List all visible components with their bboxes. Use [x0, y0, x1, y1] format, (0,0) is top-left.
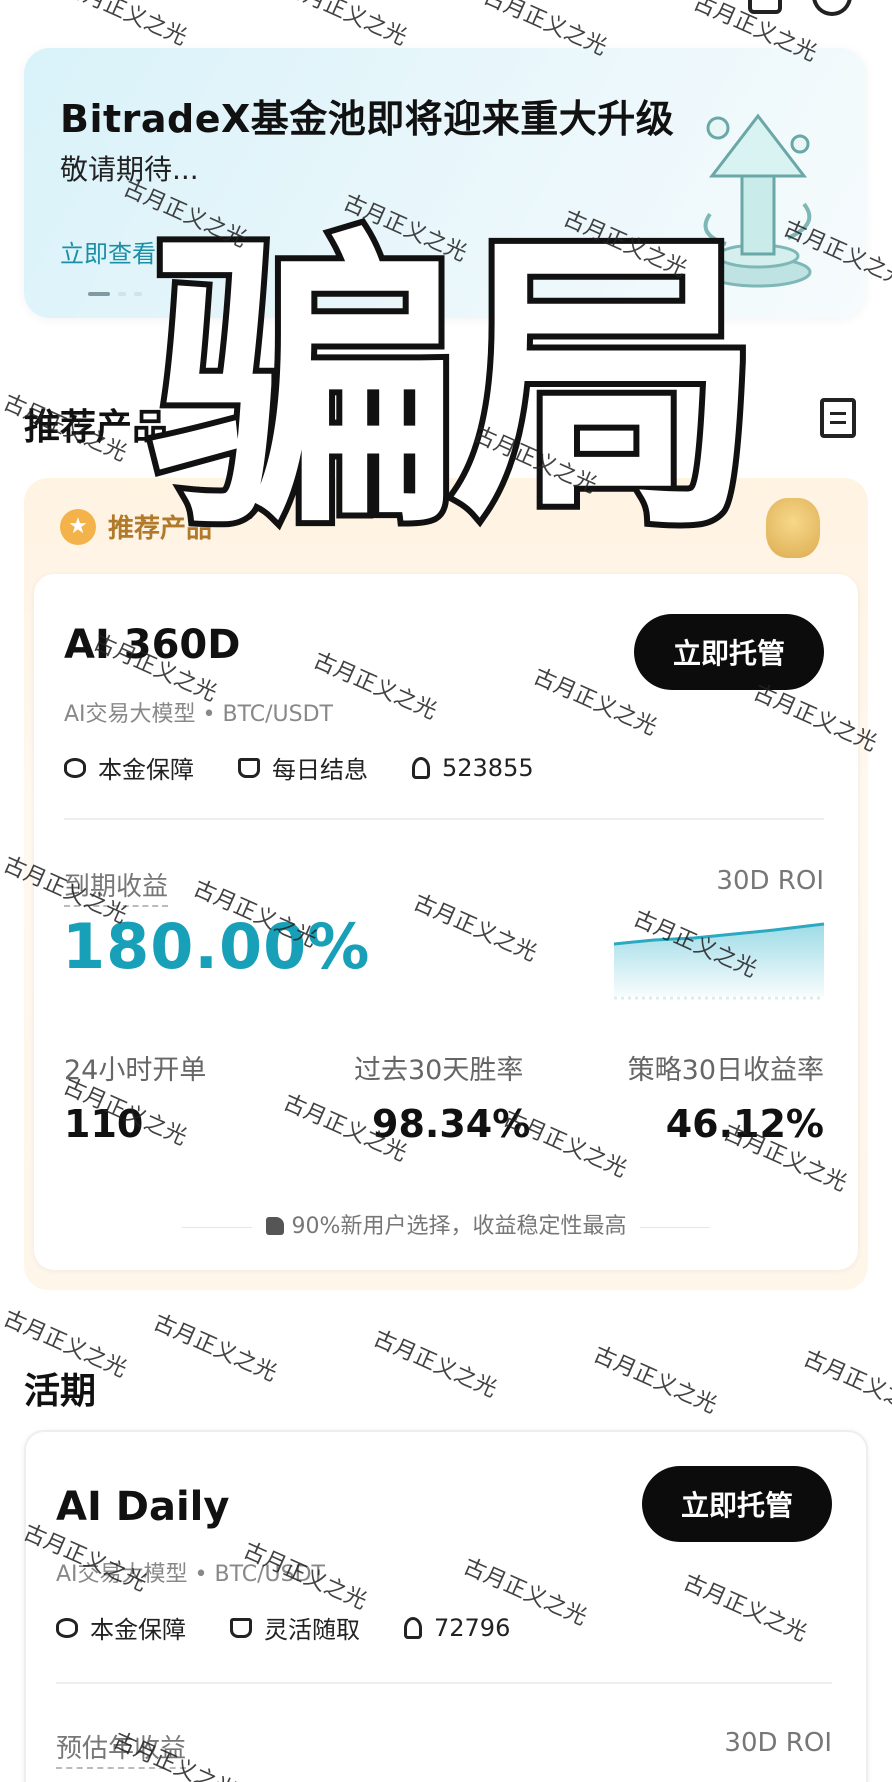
user-icon [412, 756, 430, 779]
top-bar-icons [748, 0, 852, 16]
yield-value: 180.00% [62, 910, 371, 983]
moneybag-icon [238, 757, 260, 778]
watermark: 古月正义之光 [369, 1326, 501, 1403]
support-icon[interactable] [812, 0, 852, 16]
feature-users: 72796 [404, 1614, 510, 1642]
document-icon[interactable] [820, 398, 856, 438]
roi-label: 30D ROI [716, 866, 824, 896]
host-now-button[interactable]: 立即托管 [634, 614, 824, 690]
feature-interest: 每日结息 [238, 750, 368, 785]
banner-title: BitradeX基金池即将迎来重大升级 [60, 97, 675, 141]
yield-label[interactable]: 预估年收益 [56, 1728, 187, 1769]
roi-label: 30D ROI [724, 1728, 832, 1758]
section-title-flexible: 活期 [24, 1371, 97, 1412]
roi-sparkline [614, 922, 824, 1000]
card-divider [56, 1682, 832, 1684]
product-subtitle: AI交易大模型 • BTC/USDT [64, 702, 333, 727]
share-icon[interactable] [748, 0, 782, 14]
user-icon [404, 1616, 422, 1639]
feature-principal: 本金保障 [64, 750, 194, 785]
product-features: 本金保障 灵活随取 72796 [56, 1610, 536, 1645]
carousel-dots[interactable] [88, 292, 142, 296]
watermark: 古月正义之光 [589, 1342, 721, 1419]
product-note: 90%新用户选择，收益稳定性最高 [34, 1208, 858, 1240]
feature-flexible: 灵活随取 [230, 1610, 360, 1645]
watermark: 古月正义之光 [279, 0, 411, 51]
watermark: 古月正义之光 [59, 0, 191, 51]
stat-label-winrate: 过去30天胜率 [354, 1055, 524, 1086]
yield-label[interactable]: 到期收益 [64, 866, 169, 907]
coins-icon [56, 1617, 78, 1638]
feature-users: 523855 [412, 754, 534, 782]
stat-label-24h: 24小时开单 [64, 1055, 207, 1086]
feature-principal: 本金保障 [56, 1610, 186, 1645]
watermark: 古月正义之光 [149, 1310, 281, 1387]
watermark: 古月正义之光 [799, 1346, 892, 1423]
banner-subtitle: 敬请期待... [60, 153, 199, 186]
coins-icon [64, 757, 86, 778]
product-card-ai-360d[interactable]: AI 360D AI交易大模型 • BTC/USDT 立即托管 本金保障 每日结… [34, 574, 858, 1270]
banner-link-label: 立即查看 [60, 240, 156, 268]
host-now-button[interactable]: 立即托管 [642, 1466, 832, 1542]
stat-value-24h: 110 [64, 1102, 144, 1146]
moneybag-icon [230, 1617, 252, 1638]
thumbs-up-icon [265, 1217, 284, 1235]
star-icon: ★ [60, 508, 96, 545]
stat-label-30d-return: 策略30日收益率 [627, 1055, 824, 1086]
stat-value-winrate: 98.34% [372, 1102, 531, 1146]
product-name: AI Daily [56, 1484, 230, 1530]
scam-overlay-text: 骗局 [144, 206, 768, 567]
product-subtitle: AI交易大模型 • BTC/USDT [56, 1562, 325, 1587]
product-name: AI 360D [64, 622, 241, 668]
product-features: 本金保障 每日结息 523855 [64, 750, 560, 785]
section-title-recommended: 推荐产品 [24, 407, 169, 448]
product-card-ai-daily[interactable]: AI Daily AI交易大模型 • BTC/USDT 立即托管 本金保障 灵活… [24, 1430, 868, 1782]
coin-stack-icon [766, 498, 820, 558]
stat-value-30d-return: 46.12% [665, 1102, 824, 1146]
card-divider [64, 818, 824, 820]
